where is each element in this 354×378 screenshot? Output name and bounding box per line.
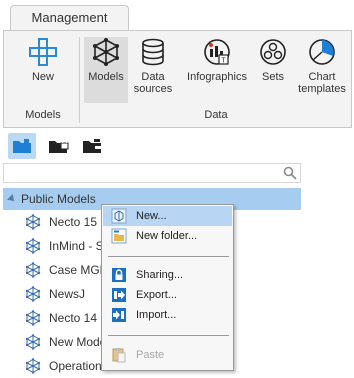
folder-icon: [13, 139, 31, 153]
new-button-label: New: [31, 71, 54, 83]
infographics-label: Infographics: [187, 71, 247, 83]
svg-text:T: T: [221, 58, 226, 65]
model-cube-icon: [25, 286, 41, 302]
sets-icon: [260, 39, 286, 65]
model-cube-icon: [25, 214, 41, 230]
new-folder-icon: [111, 228, 127, 244]
search-icon[interactable]: [283, 166, 297, 180]
model-cube-icon: [25, 262, 41, 278]
tree-item-label: New Mode: [49, 335, 107, 349]
shared-folders-button[interactable]: [79, 133, 107, 159]
tree-root-label: Public Models: [21, 192, 96, 206]
infographics-icon: T: [204, 39, 230, 65]
ribbon-tab-strip: Management: [0, 0, 354, 31]
menu-item-new[interactable]: New...: [103, 206, 232, 226]
menu-separator: [108, 256, 229, 257]
model-cube-icon: [25, 238, 41, 254]
cube-network-icon: [93, 38, 119, 66]
group-label-data: Data: [204, 109, 228, 121]
lock-icon: [112, 268, 126, 282]
menu-item-new-folder[interactable]: New folder...: [103, 226, 232, 246]
menu-item-import[interactable]: Import...: [103, 305, 232, 325]
tab-management[interactable]: Management: [10, 5, 129, 31]
tree-item-label: NewsJ: [49, 287, 86, 301]
chart-templates-label-2: templates: [298, 83, 346, 95]
shared-folder-icon: [83, 139, 101, 153]
sets-button[interactable]: Sets: [256, 37, 290, 103]
menu-item-export[interactable]: Export...: [103, 285, 232, 305]
chart-templates-label-1: Chart: [308, 71, 336, 83]
pane-toolbar: [3, 132, 352, 160]
menu-item-label: Sharing...: [136, 269, 184, 281]
menu-item-label: New...: [136, 210, 167, 222]
models-button-label: Models: [88, 71, 124, 83]
data-sources-button[interactable]: Data sources: [130, 37, 176, 103]
menu-separator: [108, 335, 229, 336]
menu-item-label: Export...: [136, 289, 177, 301]
menu-item-paste[interactable]: Paste: [103, 345, 232, 365]
menu-item-label: Import...: [136, 309, 177, 321]
collapse-caret-icon[interactable]: [7, 194, 17, 204]
infographics-button[interactable]: T Infographics: [184, 37, 250, 103]
model-cube-icon: [25, 334, 41, 350]
model-cube-icon: [25, 358, 41, 374]
private-folders-button[interactable]: [45, 133, 73, 159]
data-sources-label-1: Data: [141, 71, 165, 83]
pie-chart-icon: [309, 39, 335, 65]
locked-folder-icon: [49, 138, 69, 153]
public-folders-button[interactable]: [8, 133, 36, 159]
export-icon: [112, 288, 126, 302]
group-separator: [79, 37, 80, 123]
menu-item-label: Paste: [136, 349, 165, 361]
models-button[interactable]: Models: [84, 37, 128, 103]
plus-icon: [29, 38, 57, 66]
menu-item-sharing[interactable]: Sharing...: [103, 265, 232, 285]
model-cube-icon: [25, 310, 41, 326]
context-menu: New... New folder... Sharing... Export..…: [101, 204, 234, 371]
paste-icon: [112, 348, 126, 363]
import-icon: [112, 308, 126, 322]
data-sources-label-2: sources: [133, 83, 173, 95]
new-model-icon: [111, 208, 127, 224]
search-input[interactable]: [3, 163, 301, 183]
tree-item-label: Operations: [49, 359, 108, 373]
new-button[interactable]: New: [12, 37, 74, 103]
database-icon: [142, 38, 164, 66]
group-label-models: Models: [25, 109, 61, 121]
menu-item-label: New folder...: [136, 230, 198, 242]
ribbon-panel: New Models Data sources T Infographics S…: [3, 30, 352, 128]
sets-label: Sets: [261, 71, 284, 83]
chart-templates-button[interactable]: Chart templates: [296, 37, 348, 103]
